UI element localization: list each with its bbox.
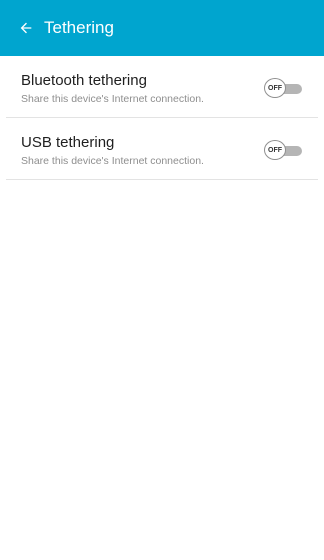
toggle-knob: OFF [264, 140, 286, 160]
usb-tethering-subtitle: Share this device's Internet connection. [21, 155, 204, 167]
usb-tethering-row[interactable]: USB tethering Share this device's Intern… [6, 118, 318, 180]
usb-tethering-title: USB tethering [21, 134, 115, 151]
toggle-knob: OFF [264, 78, 286, 98]
back-arrow-icon [20, 22, 32, 34]
usb-tethering-toggle[interactable]: OFF [264, 140, 302, 160]
settings-list: Bluetooth tethering Share this device's … [0, 56, 324, 180]
back-button[interactable] [8, 0, 44, 56]
bluetooth-tethering-toggle[interactable]: OFF [264, 78, 302, 98]
bluetooth-tethering-title: Bluetooth tethering [21, 72, 147, 89]
app-bar: Tethering [0, 0, 324, 56]
page-title: Tethering [44, 18, 114, 37]
bluetooth-tethering-row[interactable]: Bluetooth tethering Share this device's … [6, 56, 318, 118]
bluetooth-tethering-subtitle: Share this device's Internet connection. [21, 93, 204, 105]
